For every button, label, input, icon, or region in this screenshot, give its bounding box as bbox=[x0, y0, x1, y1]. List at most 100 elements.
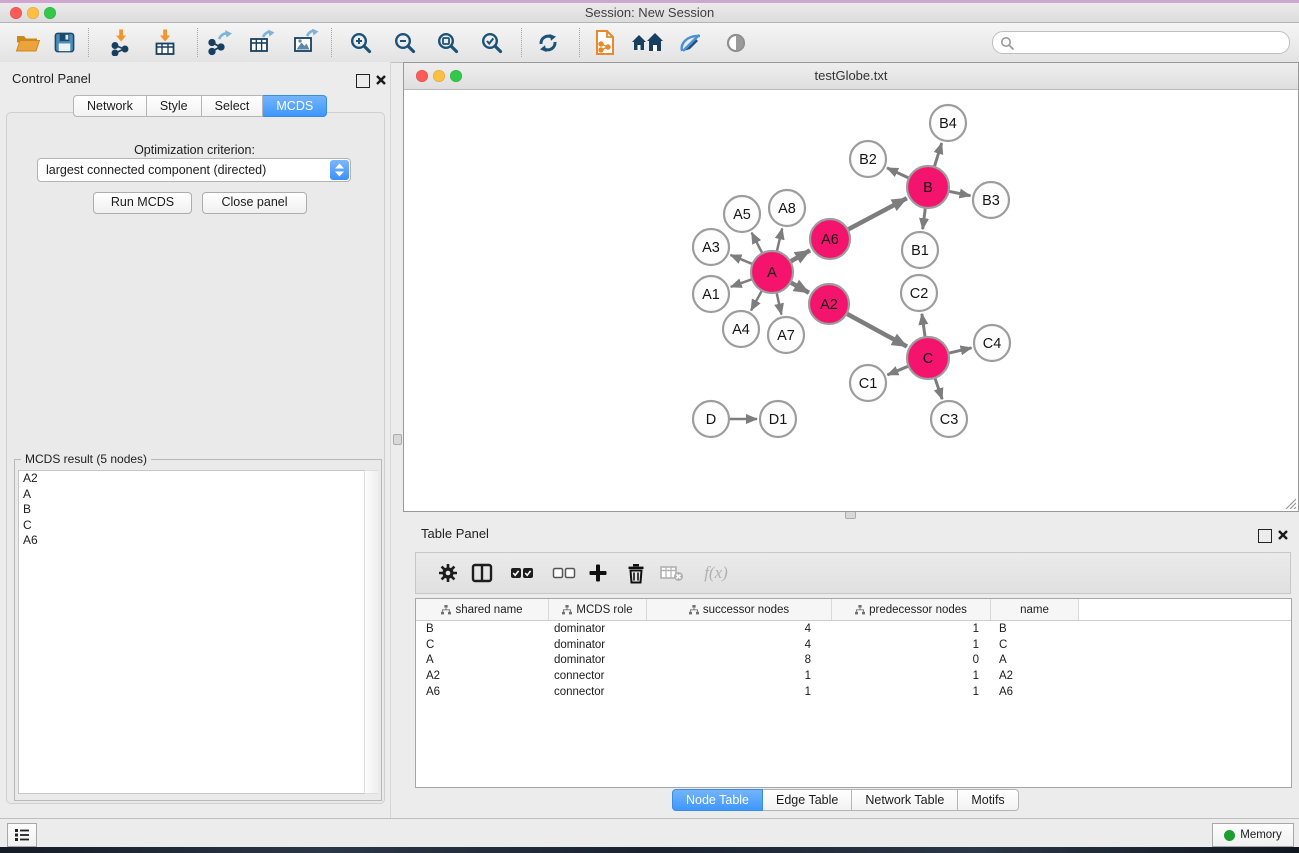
refresh-button[interactable] bbox=[531, 29, 565, 56]
edge-C-C1[interactable] bbox=[887, 366, 909, 375]
edge-A-A2[interactable] bbox=[789, 282, 809, 293]
toggle-annotations-button[interactable] bbox=[674, 29, 708, 56]
zoom-selected-button[interactable] bbox=[475, 29, 509, 56]
create-column-button[interactable] bbox=[584, 560, 612, 586]
mcds-result-item[interactable]: B bbox=[19, 502, 365, 518]
tab-select[interactable]: Select bbox=[202, 95, 264, 117]
tab-style[interactable]: Style bbox=[147, 95, 202, 117]
table-cell: A6 bbox=[416, 686, 548, 698]
import-network-icon bbox=[108, 29, 135, 56]
table-tab-motifs[interactable]: Motifs bbox=[958, 789, 1018, 811]
delete-column-button[interactable] bbox=[622, 560, 650, 586]
close-window-button[interactable] bbox=[10, 7, 22, 19]
zoom-fit-button[interactable] bbox=[431, 29, 465, 56]
column-type-icon bbox=[441, 605, 451, 615]
edge-B-B2[interactable] bbox=[887, 168, 910, 179]
network-canvas[interactable]: AA1A2A3A4A5A6A7A8BB1B2B3B4CC1C2C3C4DD1 bbox=[404, 90, 1296, 510]
close-panel-action-button[interactable]: Close panel bbox=[202, 192, 307, 214]
minimize-window-button[interactable] bbox=[27, 7, 39, 19]
mcds-result-group: MCDS result (5 nodes) A2ABCA6 bbox=[14, 459, 382, 801]
column-header-successor-nodes[interactable]: successor nodes bbox=[647, 599, 832, 620]
mcds-result-list: A2ABCA6 bbox=[18, 470, 366, 794]
table-cell: 0 bbox=[829, 654, 987, 666]
task-history-button[interactable] bbox=[7, 823, 37, 847]
main-toolbar bbox=[0, 23, 1299, 63]
edge-A2-C[interactable] bbox=[846, 313, 907, 346]
mcds-result-item[interactable]: A bbox=[19, 487, 365, 503]
deselect-all-columns-button[interactable] bbox=[550, 560, 578, 586]
zoom-in-button[interactable] bbox=[344, 29, 378, 56]
edge-A-A7[interactable] bbox=[776, 292, 781, 315]
annotation-pen-slash-icon bbox=[678, 31, 704, 55]
table-row[interactable]: Adominator80A bbox=[416, 652, 1291, 668]
column-header-shared-name[interactable]: shared name bbox=[416, 599, 549, 620]
hide-show-graphics-button[interactable] bbox=[719, 29, 753, 56]
zoom-window-button[interactable] bbox=[44, 7, 56, 19]
table-float-panel-button[interactable] bbox=[1258, 529, 1272, 543]
close-panel-button[interactable] bbox=[375, 73, 387, 91]
run-mcds-button[interactable]: Run MCDS bbox=[93, 192, 192, 214]
unchecked-boxes-icon bbox=[552, 567, 576, 579]
export-network-button[interactable] bbox=[202, 29, 236, 56]
export-image-button[interactable] bbox=[288, 29, 322, 56]
eye-icon bbox=[724, 31, 748, 55]
zoom-out-button[interactable] bbox=[388, 29, 422, 56]
edge-C-C4[interactable] bbox=[947, 348, 971, 354]
tab-mcds[interactable]: MCDS bbox=[263, 95, 327, 117]
edge-A-A8[interactable] bbox=[777, 228, 783, 252]
new-network-from-file-button[interactable] bbox=[588, 29, 622, 56]
save-session-button[interactable] bbox=[47, 29, 81, 56]
table-row[interactable]: Cdominator41C bbox=[416, 637, 1291, 653]
mcds-result-item[interactable]: A2 bbox=[19, 471, 365, 487]
tab-network[interactable]: Network bbox=[73, 95, 147, 117]
float-panel-button[interactable] bbox=[356, 74, 370, 88]
select-all-columns-button[interactable] bbox=[508, 560, 536, 586]
search-input[interactable] bbox=[1017, 33, 1289, 52]
table-row[interactable]: A6connector11A6 bbox=[416, 684, 1291, 700]
table-settings-button[interactable] bbox=[434, 560, 462, 586]
table-tab-node-table[interactable]: Node Table bbox=[672, 789, 763, 811]
memory-button[interactable]: Memory bbox=[1212, 823, 1294, 847]
edge-A-A6[interactable] bbox=[789, 250, 810, 262]
edge-A-A4[interactable] bbox=[751, 290, 762, 311]
network-minimize-button[interactable] bbox=[433, 70, 445, 82]
table-close-panel-button[interactable] bbox=[1277, 528, 1289, 546]
table-tab-network-table[interactable]: Network Table bbox=[852, 789, 958, 811]
open-session-button[interactable] bbox=[11, 29, 45, 56]
export-table-button[interactable] bbox=[244, 29, 278, 56]
edge-A-A1[interactable] bbox=[731, 279, 753, 287]
edge-A-A5[interactable] bbox=[752, 233, 763, 255]
edge-C-C3[interactable] bbox=[935, 377, 943, 399]
import-table-button[interactable] bbox=[148, 29, 182, 56]
mcds-result-item[interactable]: A6 bbox=[19, 533, 365, 549]
edge-C-C2[interactable] bbox=[922, 314, 925, 338]
edge-B-B3[interactable] bbox=[948, 191, 971, 196]
import-network-button[interactable] bbox=[104, 29, 138, 56]
column-header-name[interactable]: name bbox=[991, 599, 1079, 620]
table-row[interactable]: A2connector11A2 bbox=[416, 668, 1291, 684]
node-label-B: B bbox=[923, 180, 933, 196]
edge-A6-B[interactable] bbox=[847, 198, 907, 230]
edge-B-B1[interactable] bbox=[923, 207, 926, 229]
column-header-predecessor-nodes[interactable]: predecessor nodes bbox=[832, 599, 991, 620]
table-row[interactable]: Bdominator41B bbox=[416, 621, 1291, 637]
dropdown-stepper-icon bbox=[330, 160, 349, 180]
edge-B-B4[interactable] bbox=[934, 143, 942, 168]
network-zoom-button[interactable] bbox=[450, 70, 462, 82]
home-button[interactable] bbox=[630, 29, 664, 56]
show-column-panel-button[interactable] bbox=[468, 560, 496, 586]
network-window-title: testGlobe.txt bbox=[404, 63, 1298, 89]
table-tab-edge-table[interactable]: Edge Table bbox=[763, 789, 852, 811]
node-label-A2: A2 bbox=[820, 297, 838, 313]
resize-grip-icon[interactable] bbox=[1283, 496, 1296, 509]
edge-A-A3[interactable] bbox=[730, 255, 753, 264]
mcds-result-item[interactable]: C bbox=[19, 518, 365, 534]
table-cell: 8 bbox=[645, 654, 829, 666]
vertical-splitter-grip[interactable] bbox=[393, 434, 402, 445]
table-cell: dominator bbox=[548, 623, 645, 635]
column-header-mcds-role[interactable]: MCDS role bbox=[549, 599, 647, 620]
search-field[interactable] bbox=[992, 31, 1290, 54]
network-close-button[interactable] bbox=[416, 70, 428, 82]
mcds-list-scrollbar[interactable] bbox=[364, 470, 378, 794]
criterion-dropdown[interactable]: largest connected component (directed) bbox=[37, 158, 351, 182]
